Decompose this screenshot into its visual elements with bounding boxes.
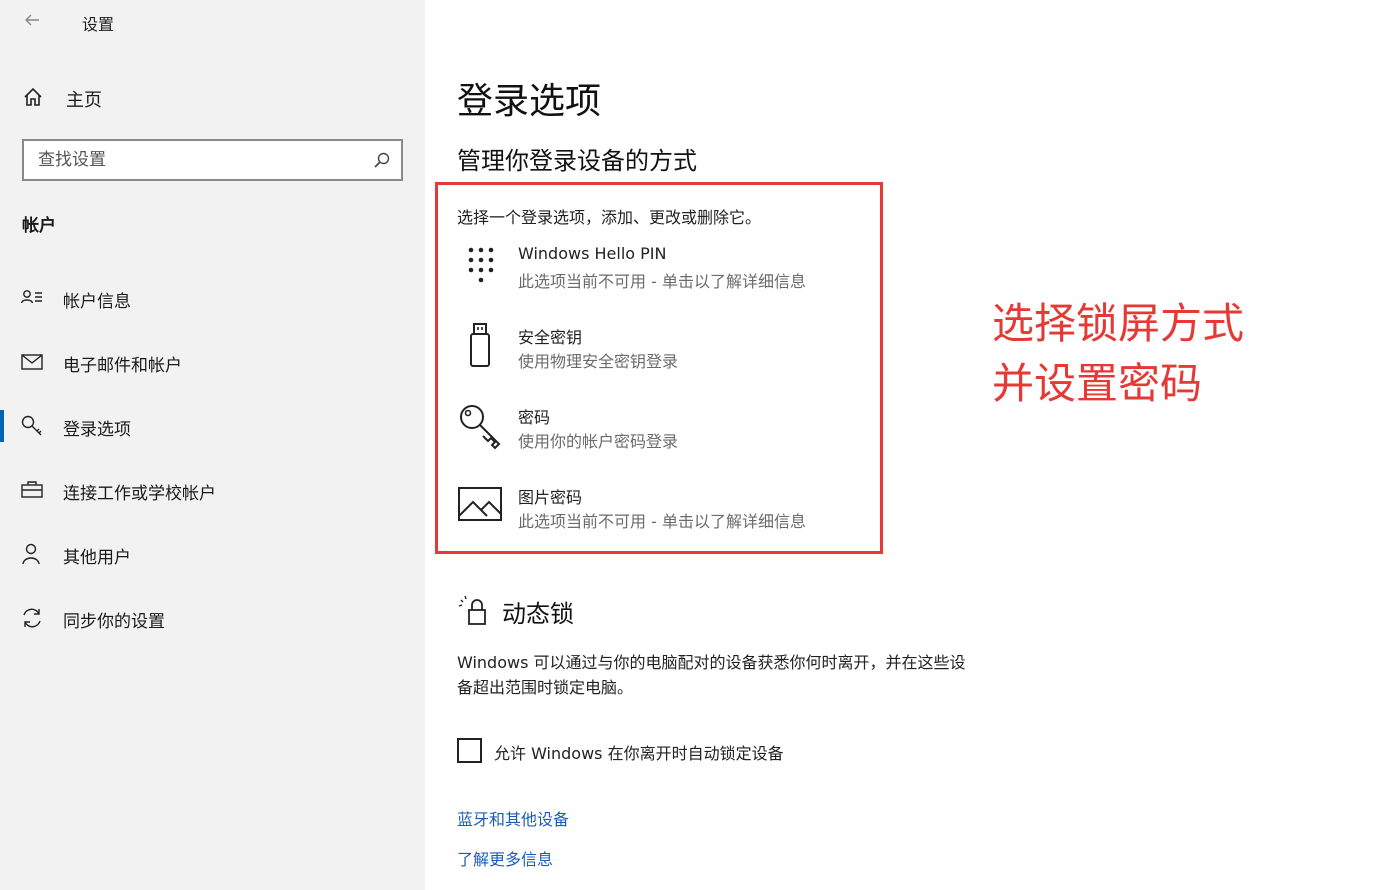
briefcase-icon	[20, 478, 44, 502]
option-picture-password[interactable]: 图片密码 此选项当前不可用 - 单击以了解详细信息	[457, 482, 877, 542]
sidebar-item-label: 帐户信息	[63, 292, 131, 312]
sync-icon	[20, 606, 44, 630]
usb-key-icon	[457, 322, 505, 370]
sidebar-item-label: 电子邮件和帐户	[63, 356, 182, 376]
sidebar-item-home[interactable]: 主页	[0, 80, 425, 114]
option-name: Windows Hello PIN	[518, 244, 667, 263]
annotation-line-1: 选择锁屏方式	[992, 299, 1245, 348]
person-icon	[20, 542, 44, 566]
option-desc: 使用物理安全密钥登录	[518, 352, 679, 371]
window-title: 设置	[82, 15, 115, 34]
annotation-line-2: 并设置密码	[992, 359, 1203, 408]
key-icon	[20, 414, 44, 438]
sidebar-item-account-info[interactable]: 帐户信息	[0, 278, 425, 318]
option-password[interactable]: 密码 使用你的帐户密码登录	[457, 402, 877, 462]
page-subtitle: 管理你登录设备的方式	[457, 147, 697, 175]
option-desc: 此选项当前不可用 - 单击以了解详细信息	[518, 272, 806, 291]
dynamic-lock-desc: Windows 可以通过与你的电脑配对的设备获悉你何时离开，并在这些设 备超出范…	[457, 650, 1057, 700]
sidebar-item-label: 同步你的设置	[63, 612, 165, 632]
option-name: 图片密码	[518, 488, 583, 507]
section-label-accounts: 帐户	[22, 216, 56, 236]
option-security-key[interactable]: 安全密钥 使用物理安全密钥登录	[457, 322, 877, 382]
active-indicator	[0, 410, 4, 442]
annotation-text: 选择锁屏方式 并设置密码	[992, 294, 1244, 414]
pin-keypad-icon	[457, 242, 505, 290]
password-key-icon	[457, 402, 505, 450]
sidebar-item-other-users[interactable]: 其他用户	[0, 534, 425, 574]
dynamic-lock-icon	[457, 594, 491, 628]
picture-icon	[457, 482, 505, 530]
sidebar-item-label: 其他用户	[63, 548, 131, 568]
option-desc: 此选项当前不可用 - 单击以了解详细信息	[518, 512, 806, 531]
sidebar: 设置 主页 帐户 帐户信息 电子邮件和帐户 登录选项	[0, 0, 425, 890]
main-content: 登录选项 管理你登录设备的方式 选择一个登录选项，添加、更改或删除它。 Wind…	[425, 0, 1400, 890]
sidebar-item-sync[interactable]: 同步你的设置	[0, 598, 425, 638]
sidebar-item-label: 连接工作或学校帐户	[63, 484, 216, 504]
account-info-icon	[20, 286, 44, 310]
sidebar-item-label: 登录选项	[63, 420, 131, 440]
sidebar-item-sign-in-options[interactable]: 登录选项	[0, 406, 425, 446]
search-input[interactable]	[38, 149, 358, 171]
page-title: 登录选项	[457, 81, 602, 122]
sidebar-item-email[interactable]: 电子邮件和帐户	[0, 342, 425, 382]
mail-icon	[20, 350, 44, 374]
sidebar-item-home-label: 主页	[66, 90, 102, 111]
dynamic-lock-desc-line-1: Windows 可以通过与你的电脑配对的设备获悉你何时离开，并在这些设	[457, 653, 966, 672]
dynamic-lock-title: 动态锁	[502, 600, 574, 628]
dynamic-lock-checkbox[interactable]	[457, 738, 482, 763]
search-icon[interactable]	[373, 151, 391, 169]
sidebar-item-work-school[interactable]: 连接工作或学校帐户	[0, 470, 425, 510]
dynamic-lock-desc-line-2: 备超出范围时锁定电脑。	[457, 678, 634, 697]
bluetooth-devices-link[interactable]: 蓝牙和其他设备	[457, 806, 569, 830]
back-arrow-icon[interactable]	[20, 8, 44, 32]
home-icon	[22, 86, 44, 108]
search-box[interactable]	[22, 139, 403, 181]
learn-more-link[interactable]: 了解更多信息	[457, 846, 553, 870]
option-windows-hello-pin[interactable]: Windows Hello PIN 此选项当前不可用 - 单击以了解详细信息	[457, 242, 877, 302]
dynamic-lock-checkbox-label: 允许 Windows 在你离开时自动锁定设备	[494, 744, 784, 763]
option-name: 安全密钥	[518, 328, 583, 347]
option-name: 密码	[518, 408, 551, 427]
option-desc: 使用你的帐户密码登录	[518, 432, 679, 451]
options-intro: 选择一个登录选项，添加、更改或删除它。	[457, 208, 762, 227]
